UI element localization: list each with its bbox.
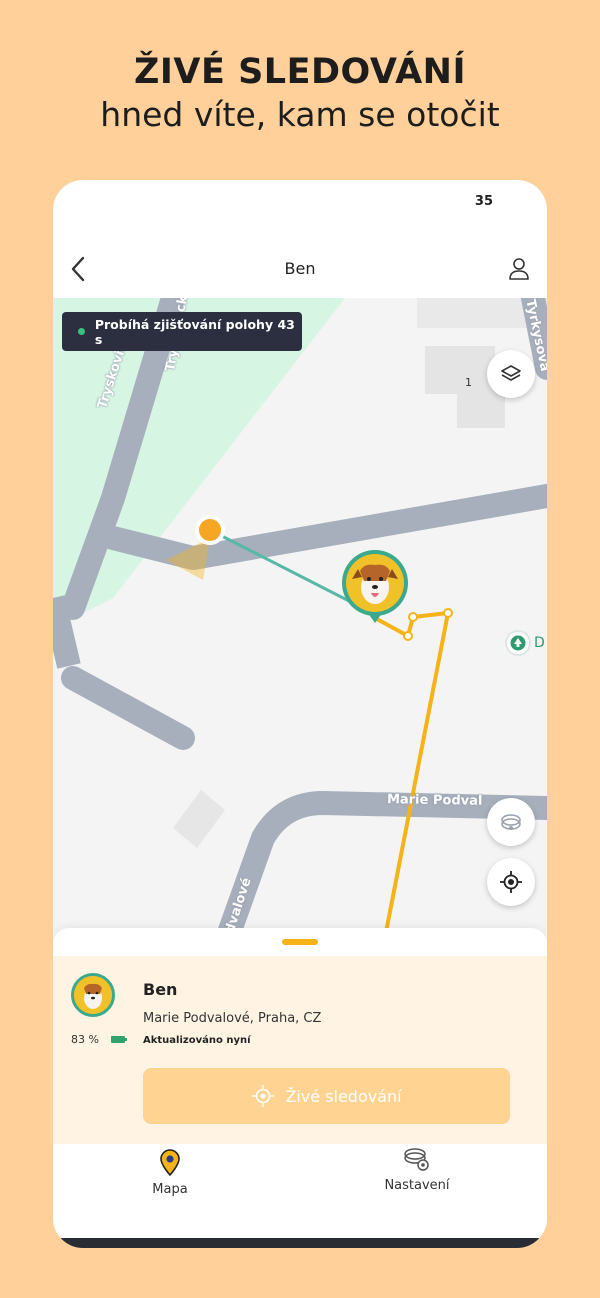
promo-header: ŽIVÉ SLEDOVÁNÍ hned víte, kam se otočit — [0, 50, 600, 136]
top-nav: Ben — [53, 240, 547, 298]
bottom-tab-bar: Mapa Nastavení — [53, 1144, 547, 1232]
tab-settings[interactable]: Nastavení — [357, 1144, 477, 1193]
crosshair-icon — [252, 1085, 275, 1107]
pet-address: Marie Podvalové, Praha, CZ — [143, 1011, 322, 1026]
live-tracking-button[interactable]: Živé sledování — [143, 1068, 510, 1124]
crosshair-icon — [500, 871, 522, 893]
geofence-icon — [501, 814, 521, 830]
pet-avatar — [71, 973, 115, 1017]
street-label-marie: Marie Podval — [386, 792, 483, 809]
page-title: Ben — [284, 259, 316, 278]
poi-park[interactable]: D — [505, 630, 545, 656]
home-indicator-bar — [53, 1238, 547, 1248]
locating-banner: Probíhá zjišťování polohy 43 s — [62, 312, 302, 351]
layers-icon — [501, 365, 521, 381]
battery-icon — [110, 1036, 127, 1043]
building-number: 1 — [465, 376, 472, 389]
status-dot-icon — [78, 328, 85, 335]
phone-screen: 35 Ben Tryskovická Tyrkysová Marie Podva… — [53, 180, 547, 1248]
dog-avatar-icon — [342, 550, 408, 623]
geofence-button[interactable] — [487, 798, 535, 846]
layers-button[interactable] — [487, 350, 535, 398]
pet-info-card[interactable]: 83 % Ben Marie Podvalové, Praha, CZ Aktu… — [53, 956, 547, 1144]
map-view[interactable]: Tryskovická Tryskovická Tyrkysová Marie … — [53, 298, 547, 958]
center-location-button[interactable] — [487, 858, 535, 906]
status-time: 35 — [474, 194, 493, 209]
promo-title: ŽIVÉ SLEDOVÁNÍ — [134, 52, 466, 92]
pet-name: Ben — [143, 980, 178, 999]
battery-status: 83 % — [71, 1033, 127, 1046]
dog-avatar-icon — [74, 976, 112, 1014]
sheet-drag-handle[interactable] — [282, 939, 318, 945]
poi-label: D — [534, 635, 545, 651]
tab-map-label: Mapa — [152, 1182, 188, 1197]
pet-location-marker[interactable] — [340, 549, 410, 625]
battery-percent: 83 % — [71, 1033, 99, 1046]
pet-bottom-sheet: 83 % Ben Marie Podvalové, Praha, CZ Aktu… — [53, 928, 547, 1248]
profile-button[interactable] — [507, 256, 531, 282]
locating-text: Probíhá zjišťování polohy 43 s — [94, 316, 295, 347]
user-icon — [509, 258, 529, 280]
tree-icon — [505, 630, 531, 656]
pet-updated: Aktualizováno nyní — [143, 1035, 251, 1046]
tab-settings-label: Nastavení — [384, 1178, 450, 1193]
map-canvas — [53, 298, 547, 958]
tab-map[interactable]: Mapa — [110, 1148, 230, 1197]
settings-collar-icon — [404, 1148, 429, 1171]
promo-subtitle: hned víte, kam se otočit — [100, 95, 500, 134]
live-tracking-label: Živé sledování — [285, 1086, 402, 1106]
map-pin-icon — [160, 1149, 180, 1177]
